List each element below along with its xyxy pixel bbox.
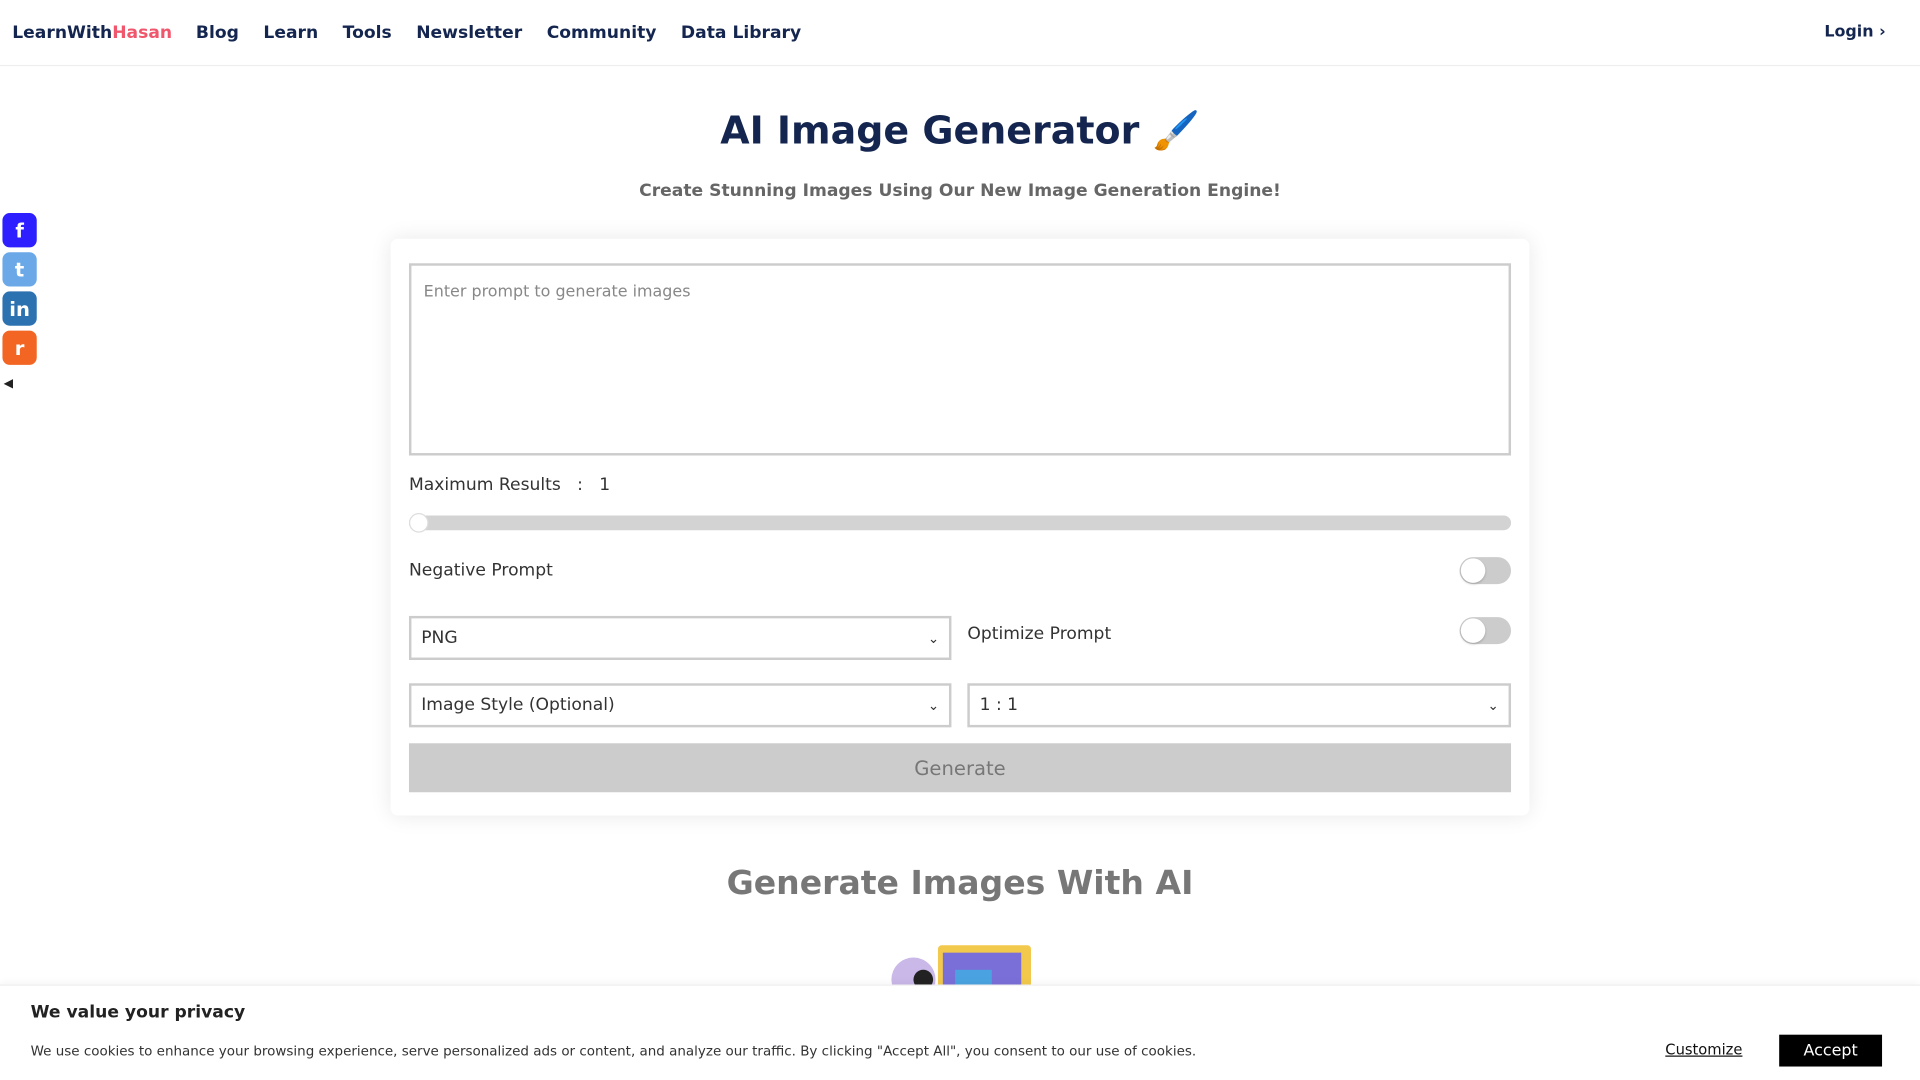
aspect-ratio-select[interactable]: 1 : 1 ⌄ xyxy=(967,683,1512,728)
cookie-text: We use cookies to enhance your browsing … xyxy=(30,1043,1197,1060)
optimize-prompt-toggle[interactable] xyxy=(1459,617,1512,645)
nav-community[interactable]: Community xyxy=(547,23,657,43)
chevron-down-icon: ⌄ xyxy=(1487,697,1499,714)
page-title: AI Image Generator 🖌️ xyxy=(720,108,1200,154)
max-results-slider[interactable] xyxy=(408,513,1512,533)
top-nav: LearnWithHasan Blog Learn Tools Newslett… xyxy=(0,0,1920,67)
nav-data-library[interactable]: Data Library xyxy=(681,23,801,43)
customize-button[interactable]: Customize xyxy=(1665,1041,1742,1058)
format-select[interactable]: PNG ⌄ xyxy=(408,615,952,661)
prompt-input[interactable]: Enter prompt to generate images xyxy=(408,263,1512,456)
nav-learn[interactable]: Learn xyxy=(263,23,318,43)
nav-tools[interactable]: Tools xyxy=(343,23,392,43)
chevron-down-icon: ⌄ xyxy=(927,697,940,714)
negative-prompt-toggle[interactable] xyxy=(1459,557,1512,585)
generator-form: Enter prompt to generate images Maximum … xyxy=(390,238,1530,816)
reddit-icon[interactable]: r xyxy=(2,330,37,365)
logo[interactable]: LearnWithHasan xyxy=(12,23,172,43)
accept-button[interactable]: Accept xyxy=(1779,1034,1883,1067)
optimize-prompt-label: Optimize Prompt xyxy=(967,624,1112,645)
generate-button[interactable]: Generate xyxy=(408,743,1512,793)
cookie-banner: We value your privacy We use cookies to … xyxy=(0,984,1920,1080)
page-subtitle: Create Stunning Images Using Our New Ima… xyxy=(639,181,1281,201)
cookie-title: We value your privacy xyxy=(30,1002,246,1023)
facebook-icon[interactable]: f xyxy=(2,213,37,248)
social-share-bar: f t in r xyxy=(2,213,37,365)
max-results-value: 1 xyxy=(599,475,611,495)
chevron-down-icon: ⌄ xyxy=(927,630,940,646)
slider-thumb[interactable] xyxy=(408,513,429,533)
nav-blog[interactable]: Blog xyxy=(196,23,239,43)
image-style-select[interactable]: Image Style (Optional) ⌄ xyxy=(408,683,952,728)
twitter-icon[interactable]: t xyxy=(2,252,37,287)
negative-prompt-label: Negative Prompt xyxy=(408,560,553,581)
max-results-label: Maximum Results : 1 xyxy=(408,475,611,495)
section-title: Generate Images With AI xyxy=(726,864,1194,903)
linkedin-icon[interactable]: in xyxy=(2,291,37,326)
hide-share-icon[interactable]: ◀ xyxy=(4,377,13,390)
login-link[interactable]: Login › xyxy=(1824,23,1885,41)
nav-newsletter[interactable]: Newsletter xyxy=(416,23,522,43)
